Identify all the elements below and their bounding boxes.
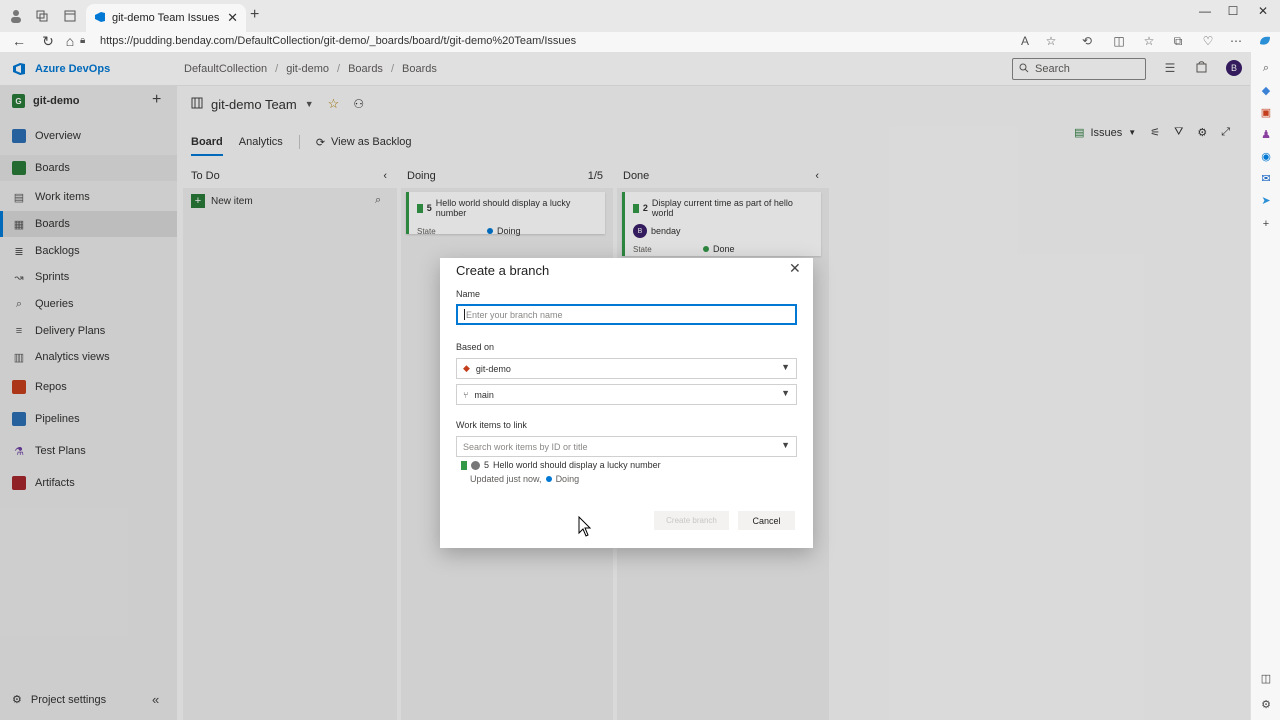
extensions-icon[interactable]: ⟲ [1078,34,1096,48]
minimize-icon[interactable]: — [1190,4,1220,18]
text-caret [464,309,465,320]
close-window-icon[interactable]: ✕ [1248,4,1278,18]
git-repo-icon: ◆ [463,363,470,373]
tab-title: git-demo Team Issues Board - Bo [112,12,221,24]
create-branch-dialog: Create a branch ✕ Name Enter your branch… [440,258,813,548]
state-dot [545,476,552,482]
close-icon[interactable]: ✕ [789,260,801,277]
read-aloud-icon[interactable]: A [1016,34,1034,48]
repository-dropdown[interactable]: ◆ git-demo ▼ [456,358,797,379]
favorites-icon[interactable]: ☆ [1140,34,1158,48]
add-icon[interactable]: + [1258,216,1274,232]
copilot-icon[interactable] [1256,34,1274,51]
microsoft365-icon[interactable]: ◉ [1258,148,1274,164]
linked-item-updated: Updated just now, [470,474,542,484]
sidebar-toggle-icon[interactable]: ◫ [1258,670,1274,686]
issue-icon [461,460,467,470]
address-bar: ← ↻ ⌂ 🔒︎ https://pudding.benday.com/Defa… [0,32,1280,52]
more-icon[interactable]: ⋯ [1227,34,1245,48]
lock-icon: 🔒︎ [80,35,86,46]
work-items-placeholder: Search work items by ID or title [463,441,588,452]
split-screen-icon[interactable]: ◫ [1110,34,1128,48]
send-icon[interactable]: ➤ [1258,192,1274,208]
branch-value: main [474,389,494,400]
browser-tab-bar: git-demo Team Issues Board - Bo ✕ + — ☐ … [0,0,1280,32]
new-tab-icon[interactable]: + [250,6,259,24]
branch-name-input[interactable]: Enter your branch name [456,304,797,325]
avatar [471,460,480,470]
outlook-icon[interactable]: ✉ [1258,170,1274,186]
performance-icon[interactable]: ♡ [1199,34,1217,48]
create-branch-button[interactable]: Create branch [654,511,729,530]
home-icon[interactable]: ⌂ [60,33,80,49]
browser-tab[interactable]: git-demo Team Issues Board - Bo ✕ [86,4,246,32]
gear-icon[interactable]: ⚙ [1258,696,1274,712]
tab-close-icon[interactable]: ✕ [227,10,238,26]
refresh-icon[interactable]: ↻ [38,33,58,50]
tab-actions-icon[interactable] [62,8,78,24]
profile-icon[interactable] [8,8,24,24]
linked-item-title: Hello world should display a lucky numbe… [493,460,661,470]
work-items-search[interactable]: Search work items by ID or title ▼ [456,436,797,457]
linked-work-item[interactable]: 5 Hello world should display a lucky num… [461,460,661,470]
url-text[interactable]: https://pudding.benday.com/DefaultCollec… [100,35,576,47]
dialog-title: Create a branch [456,263,550,278]
cancel-button[interactable]: Cancel [738,511,795,530]
branch-name-placeholder: Enter your branch name [466,309,563,320]
branch-dropdown[interactable]: ⑂ main ▼ [456,384,797,405]
branch-icon: ⑂ [463,389,469,400]
chevron-down-icon: ▼ [781,388,790,398]
linked-item-meta: Updated just now, Doing [470,474,579,484]
linked-item-state: Doing [555,474,580,484]
browser-sidebar: ⌕ ◆ ▣ ♟ ◉ ✉ ➤ + ◫ ⚙ [1250,52,1280,720]
search-icon[interactable]: ⌕ [1258,60,1274,76]
workspaces-icon[interactable] [34,8,50,24]
based-on-label: Based on [456,342,495,352]
collections-icon[interactable]: ⧉ [1169,34,1187,49]
games-icon[interactable]: ♟ [1258,126,1274,142]
shopping-tag-icon[interactable]: ◆ [1258,82,1274,98]
maximize-icon[interactable]: ☐ [1218,4,1248,18]
chevron-down-icon: ▼ [781,440,790,450]
back-icon[interactable]: ← [9,33,29,49]
linked-item-id: 5 [484,460,490,470]
chevron-down-icon: ▼ [781,362,790,372]
favorite-star-icon[interactable]: ☆ [1042,34,1060,48]
repository-value: git-demo [475,363,511,374]
work-items-label: Work items to link [456,420,527,430]
mouse-cursor-icon [578,515,592,538]
azure-devops-favicon-icon [94,11,106,26]
name-label: Name [456,289,481,299]
tools-icon[interactable]: ▣ [1258,104,1274,120]
